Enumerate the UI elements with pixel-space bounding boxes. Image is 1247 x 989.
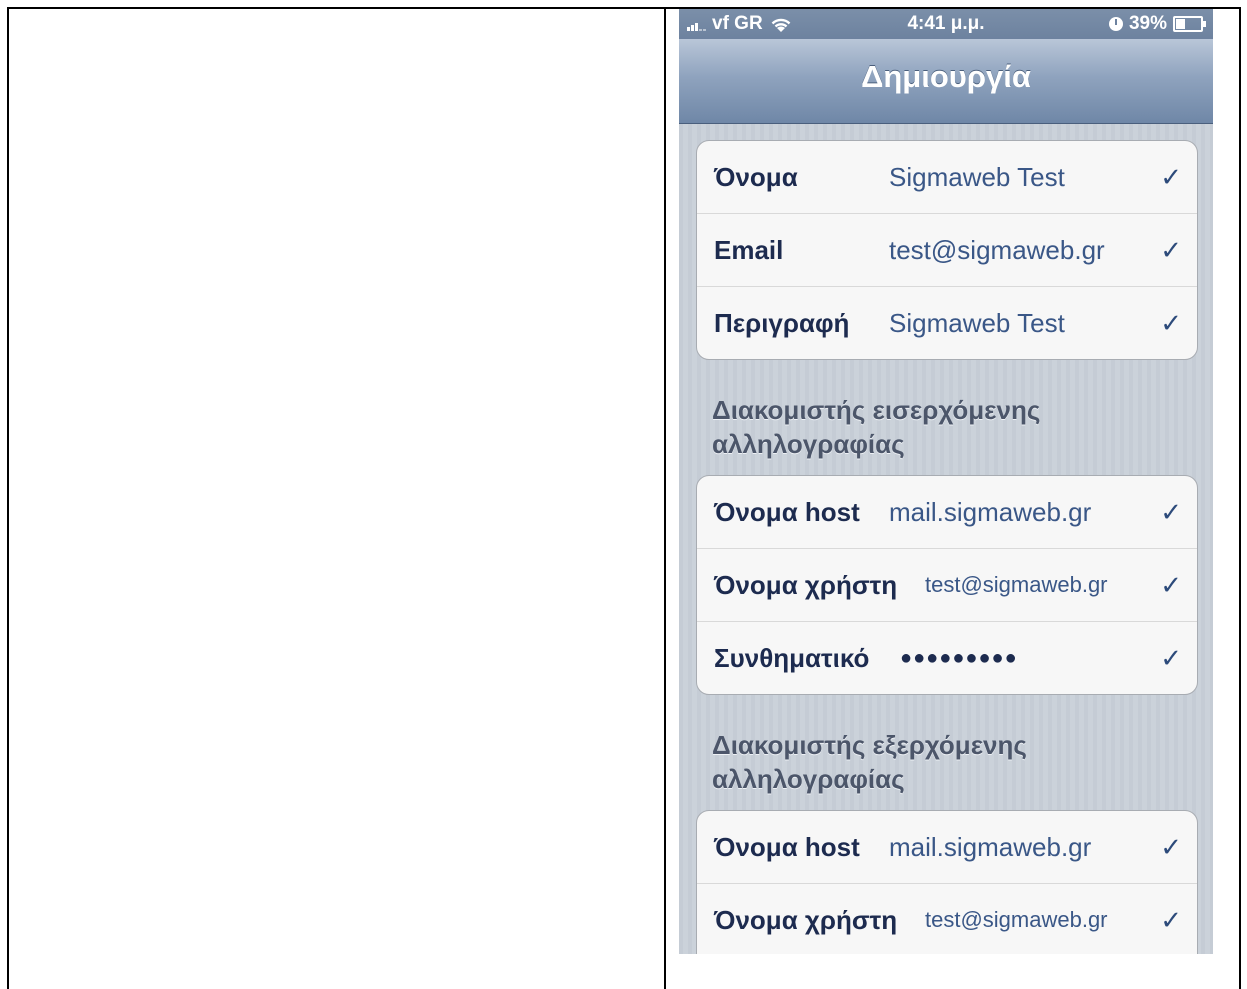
username-value[interactable]: test@sigmaweb.gr (925, 572, 1108, 598)
page-title: Δημιουργία (861, 59, 1031, 94)
checkmark-icon: ✓ (1160, 161, 1182, 192)
description-row[interactable]: Περιγραφή Sigmaweb Test ✓ (697, 287, 1197, 359)
password-value[interactable]: ●●●●●●●●● (900, 647, 1018, 670)
description-value[interactable]: Sigmaweb Test (889, 308, 1065, 339)
checkmark-icon: ✓ (1160, 642, 1182, 673)
checkmark-icon: ✓ (1160, 904, 1182, 935)
host-name-label: Όνομα host (714, 496, 860, 527)
incoming-password-row[interactable]: Συνθηματικό ●●●●●●●●● ✓ (697, 622, 1197, 694)
email-row[interactable]: Email test@sigmaweb.gr ✓ (697, 214, 1197, 287)
checkmark-icon: ✓ (1160, 307, 1182, 338)
checkmark-icon: ✓ (1160, 831, 1182, 862)
incoming-server-header: Διακομιστής εισερχόμενης αλληλογραφίας (712, 395, 1041, 459)
incoming-server-group: Όνομα host mail.sigmaweb.gr ✓ Όνομα χρήσ… (696, 475, 1198, 695)
incoming-username-row[interactable]: Όνομα χρήστη test@sigmaweb.gr ✓ (697, 549, 1197, 622)
checkmark-icon: ✓ (1160, 496, 1182, 527)
outgoing-server-header: Διακομιστής εξερχόμενης αλληλογραφίας (712, 730, 1027, 794)
email-label: Email (714, 234, 784, 265)
outgoing-username-row[interactable]: Όνομα χρήστη test@sigmaweb.gr ✓ (697, 884, 1197, 954)
battery-icon (1173, 16, 1206, 32)
description-label: Περιγραφή (714, 307, 850, 338)
table-border-middle (664, 7, 666, 989)
table-border-left (7, 7, 9, 989)
status-bar: vf GR 4:41 μ.μ. 39% (679, 9, 1213, 39)
name-label: Όνομα (714, 161, 798, 192)
incoming-host-row[interactable]: Όνομα host mail.sigmaweb.gr ✓ (697, 476, 1197, 549)
username-label: Όνομα χρήστη (714, 904, 898, 935)
battery-percentage: 39% (1128, 13, 1167, 34)
outgoing-server-group: Όνομα host mail.sigmaweb.gr ✓ Όνομα χρήσ… (696, 810, 1198, 954)
navigation-bar: Δημιουργία (679, 39, 1213, 124)
host-name-value[interactable]: mail.sigmaweb.gr (889, 832, 1091, 863)
table-border-right (1239, 7, 1241, 989)
phone-screenshot: vf GR 4:41 μ.μ. 39% Δημιουργία Όνομα Sig… (679, 9, 1213, 954)
battery-area: 39% (1108, 13, 1206, 35)
host-name-label: Όνομα host (714, 831, 860, 862)
account-group: Όνομα Sigmaweb Test ✓ Email test@sigmawe… (696, 140, 1198, 360)
outgoing-host-row[interactable]: Όνομα host mail.sigmaweb.gr ✓ (697, 811, 1197, 884)
name-row[interactable]: Όνομα Sigmaweb Test ✓ (697, 141, 1197, 214)
username-label: Όνομα χρήστη (714, 569, 898, 600)
email-value[interactable]: test@sigmaweb.gr (889, 235, 1105, 266)
name-value[interactable]: Sigmaweb Test (889, 162, 1065, 193)
username-value[interactable]: test@sigmaweb.gr (925, 907, 1108, 933)
checkmark-icon: ✓ (1160, 234, 1182, 265)
battery-fill (1176, 19, 1185, 29)
alarm-clock-icon (1108, 17, 1123, 31)
password-label: Συνθηματικό (714, 642, 870, 673)
checkmark-icon: ✓ (1160, 569, 1182, 600)
host-name-value[interactable]: mail.sigmaweb.gr (889, 497, 1091, 528)
